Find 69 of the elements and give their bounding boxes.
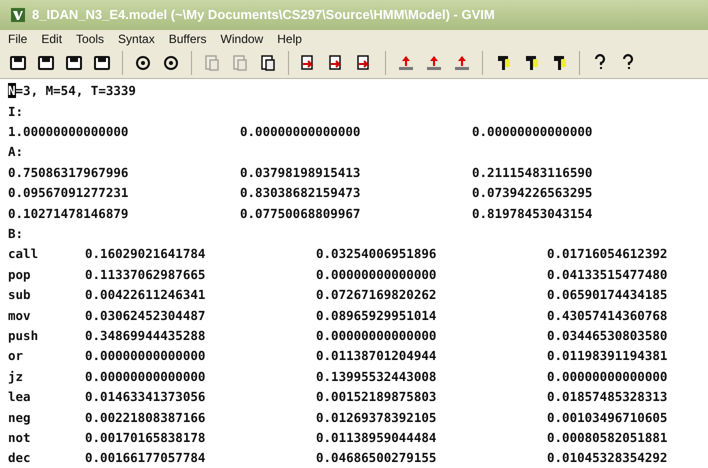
- matrix-value: 0.01269378392105: [316, 410, 438, 424]
- matrix-value: 0.00000000000000: [85, 368, 206, 384]
- matrix-value: 1.00000000000000: [8, 124, 130, 140]
- matrix-value: 0.06590174434185: [547, 287, 668, 302]
- matrix-value: 0.00000000000000: [316, 328, 438, 343]
- row-label: not: [8, 430, 32, 445]
- matrix-value: 0.13995532443008: [316, 368, 438, 384]
- matrix-value: 0.00422611246341: [85, 287, 206, 302]
- matrix-value: 0.01045328354292: [547, 450, 668, 466]
- matrix-value: 0.00221808387166: [85, 410, 206, 424]
- matrix-value: 0.75086317967996: [8, 164, 130, 180]
- matrix-value: 0.16029021641784: [85, 246, 206, 262]
- matrix-value: 0.07394226563295: [472, 185, 594, 200]
- matrix-value: 0.10271478146879: [8, 206, 130, 221]
- code-line: I:: [8, 104, 24, 119]
- matrix-value: 0.04686500279155: [316, 450, 438, 466]
- matrix-value: 0.03254006951896: [316, 246, 438, 262]
- row-label: push: [8, 328, 40, 343]
- matrix-value: 0.00170165838178: [85, 430, 206, 445]
- matrix-value: 0.03062452304487: [85, 308, 206, 323]
- row-label: call: [8, 246, 40, 262]
- app-icon: [10, 6, 26, 23]
- matrix-value: 0.01138701204944: [316, 348, 438, 364]
- matrix-value: 0.03798198915413: [240, 164, 362, 180]
- matrix-value: 0.09567091277231: [8, 185, 130, 200]
- row-label: mov: [8, 308, 32, 323]
- matrix-value: 0.00166177057784: [85, 450, 206, 466]
- matrix-value: 0.00000000000000: [472, 124, 594, 140]
- matrix-value: 0.83038682159473: [240, 185, 362, 200]
- code-line: A:: [8, 144, 24, 160]
- row-label: dec: [8, 450, 32, 466]
- matrix-value: 0.34869944435288: [85, 328, 206, 343]
- code-line: N=3, M=54, T=3339: [8, 83, 136, 98]
- matrix-value: 0.07750068809967: [240, 206, 362, 221]
- matrix-value: 0.00000000000000: [547, 368, 668, 384]
- row-label: neg: [8, 410, 32, 424]
- row-label: lea: [8, 389, 32, 404]
- matrix-value: 0.01463341373056: [85, 389, 206, 404]
- row-label: pop: [8, 266, 32, 282]
- matrix-value: 0.00000000000000: [316, 266, 438, 282]
- matrix-value: 0.43057414360768: [547, 308, 668, 323]
- code-line: B:: [8, 226, 24, 241]
- menu-item[interactable]: Window: [220, 32, 264, 46]
- matrix-value: 0.03446530803580: [547, 328, 668, 343]
- window-title: 8_IDAN_N3_E4.model (~\My Documents\CS297\Source\HMM\Model) - GVIM: [32, 7, 495, 22]
- matrix-value: 0.11337062987665: [85, 266, 206, 282]
- row-label: jz: [8, 368, 24, 384]
- matrix-value: 0.07267169820262: [316, 287, 438, 302]
- matrix-value: 0.00000000000000: [240, 124, 362, 140]
- matrix-value: 0.00152189875803: [316, 389, 438, 404]
- menu-item[interactable]: Edit: [41, 32, 62, 46]
- menu-item[interactable]: File: [8, 32, 28, 46]
- menu-item[interactable]: Help: [277, 32, 302, 46]
- matrix-value: 0.21115483116590: [472, 164, 594, 180]
- menu-item[interactable]: Buffers: [168, 32, 207, 46]
- matrix-value: 0.04133515477480: [547, 266, 668, 282]
- matrix-value: 0.00080582051881: [547, 430, 668, 445]
- matrix-value: 0.00103496710605: [547, 410, 668, 424]
- matrix-value: 0.81978453043154: [472, 206, 594, 221]
- menu-item[interactable]: Syntax: [118, 32, 155, 46]
- menu-item[interactable]: Tools: [76, 32, 104, 46]
- matrix-value: 0.01716054612392: [547, 246, 668, 262]
- row-label: sub: [8, 287, 32, 302]
- matrix-value: 0.08965929951014: [316, 308, 438, 323]
- matrix-value: 0.00000000000000: [85, 348, 206, 364]
- matrix-value: 0.01857485328313: [547, 389, 668, 404]
- matrix-value: 0.01138959044484: [316, 430, 438, 445]
- matrix-value: 0.01198391194381: [547, 348, 668, 364]
- row-label: or: [8, 348, 24, 364]
